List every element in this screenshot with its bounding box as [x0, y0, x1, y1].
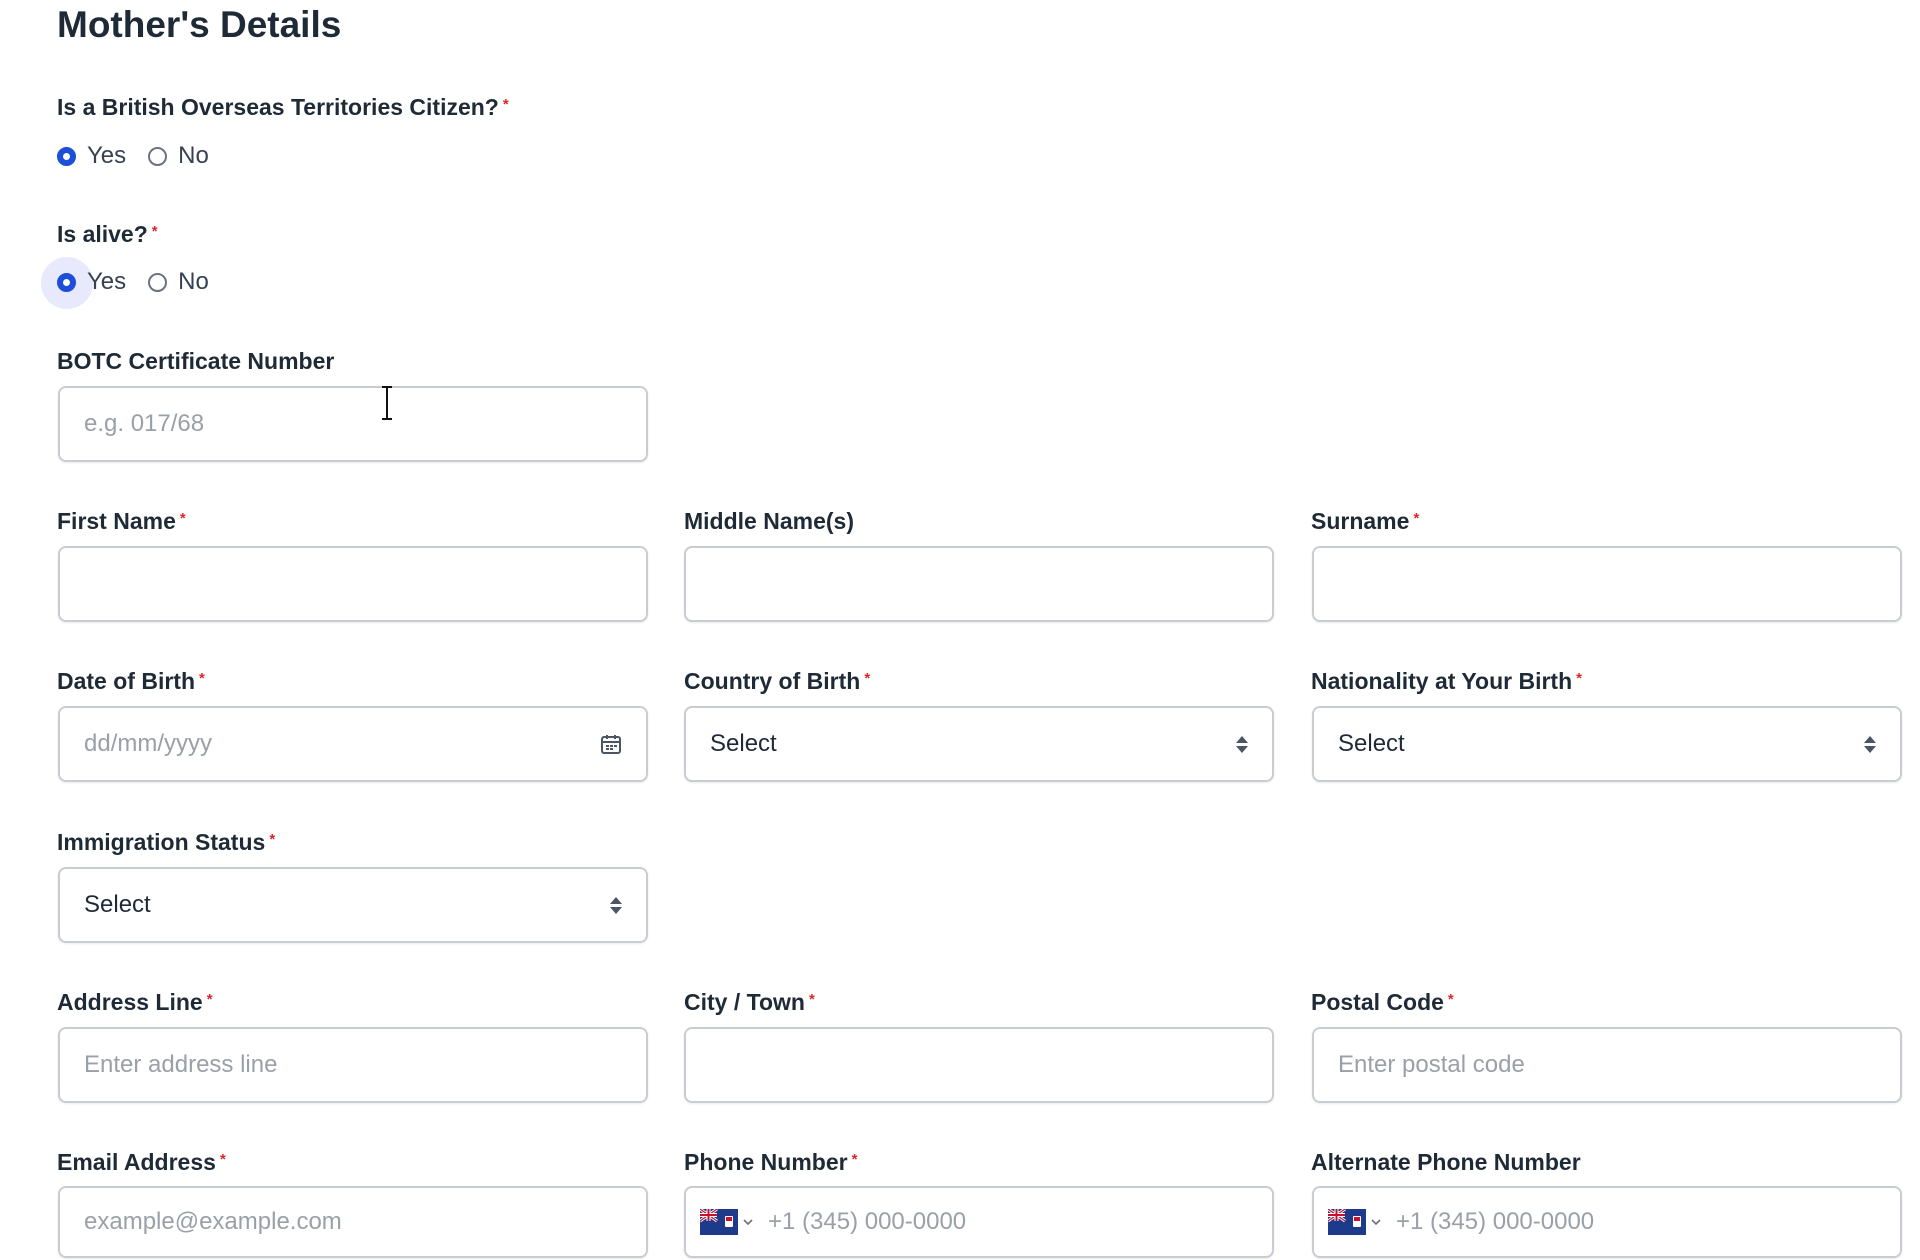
nationality-at-birth-select[interactable]: Select [1312, 706, 1902, 782]
country-of-birth-value: Select [710, 730, 777, 757]
immigration-status-select[interactable]: Select [58, 867, 648, 943]
botc-citizen-no-radio[interactable]: No [148, 142, 209, 170]
city-town-label: City / Town * [684, 989, 815, 1015]
date-of-birth-label: Date of Birth * [57, 668, 205, 694]
phone-number-input[interactable] [768, 1208, 1248, 1236]
botc-certificate-field [58, 386, 648, 462]
chevron-down-icon[interactable] [1370, 1216, 1382, 1228]
nationality-at-birth-value: Select [1338, 730, 1405, 757]
immigration-status-label: Immigration Status * [57, 829, 276, 855]
email-field [58, 1186, 648, 1258]
is-alive-radio-group: Yes No [41, 256, 231, 309]
address-line-input[interactable] [84, 1051, 622, 1079]
surname-label: Surname * [1311, 508, 1420, 534]
select-arrows-icon [1236, 735, 1248, 753]
phone-number-label: Phone Number * [684, 1149, 858, 1175]
middle-name-field [684, 546, 1274, 622]
text-cursor-icon [382, 386, 392, 420]
address-line-field [58, 1027, 648, 1103]
phone-number-field [684, 1186, 1274, 1258]
is-alive-yes-radio[interactable]: Yes [41, 256, 126, 309]
is-alive-label: Is alive? * [57, 221, 158, 247]
surname-field [1312, 546, 1902, 622]
immigration-status-value: Select [84, 891, 151, 918]
radio-checked-icon [41, 256, 93, 309]
nationality-at-birth-label: Nationality at Your Birth * [1311, 668, 1582, 694]
botc-citizen-yes-radio[interactable]: Yes [57, 142, 126, 170]
calendar-icon[interactable] [600, 733, 622, 755]
is-alive-no-radio[interactable]: No [148, 268, 209, 296]
select-arrows-icon [610, 896, 622, 914]
first-name-label: First Name * [57, 508, 186, 534]
chevron-down-icon[interactable] [742, 1216, 754, 1228]
middle-name-label: Middle Name(s) [684, 508, 854, 534]
cayman-islands-flag-icon[interactable] [1328, 1209, 1366, 1235]
first-name-field [58, 546, 648, 622]
alternate-phone-label: Alternate Phone Number [1311, 1149, 1581, 1175]
postal-code-field [1312, 1027, 1902, 1103]
botc-certificate-label: BOTC Certificate Number [57, 348, 335, 374]
postal-code-input[interactable] [1338, 1051, 1876, 1079]
radio-unchecked-icon [148, 146, 168, 166]
address-line-label: Address Line * [57, 989, 213, 1015]
botc-citizen-label: Is a British Overseas Territories Citize… [57, 94, 509, 120]
botc-certificate-input[interactable] [84, 410, 622, 438]
surname-input[interactable] [1338, 570, 1876, 598]
date-of-birth-field [58, 706, 648, 782]
city-town-input[interactable] [710, 1051, 1248, 1079]
email-label: Email Address * [57, 1149, 226, 1175]
botc-citizen-radio-group: Yes No [57, 138, 231, 174]
alternate-phone-input[interactable] [1396, 1208, 1876, 1236]
select-arrows-icon [1864, 735, 1876, 753]
date-of-birth-input[interactable] [84, 730, 592, 758]
city-town-field [684, 1027, 1274, 1103]
section-title: Mother's Details [57, 4, 342, 45]
radio-unchecked-icon [148, 272, 168, 292]
middle-name-input[interactable] [710, 570, 1248, 598]
country-of-birth-label: Country of Birth * [684, 668, 871, 694]
postal-code-label: Postal Code * [1311, 989, 1454, 1015]
radio-checked-icon [57, 146, 76, 166]
first-name-input[interactable] [84, 570, 622, 598]
alternate-phone-field [1312, 1186, 1902, 1258]
email-input[interactable] [84, 1208, 622, 1236]
country-of-birth-select[interactable]: Select [684, 706, 1274, 782]
cayman-islands-flag-icon[interactable] [700, 1209, 738, 1235]
